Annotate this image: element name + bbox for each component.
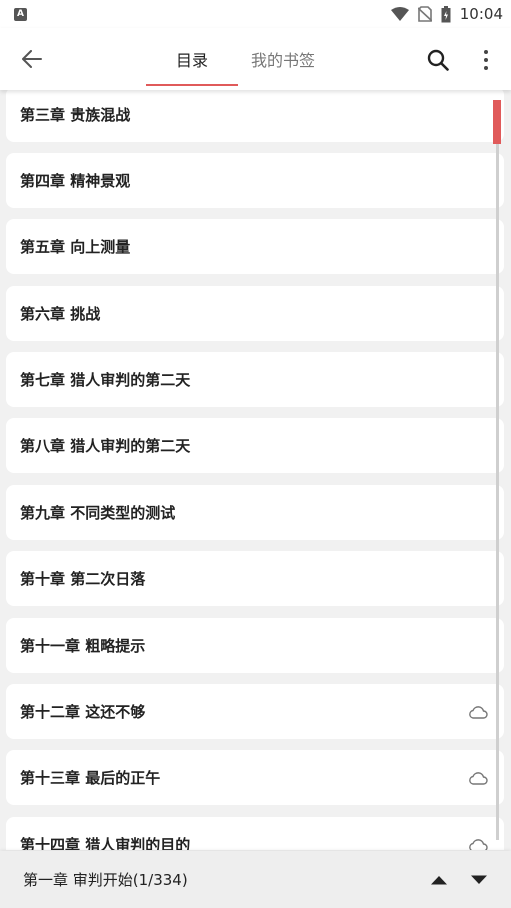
chapter-title: 第十四章 猎人审判的目的	[20, 836, 191, 850]
scroll-down-button[interactable]	[459, 860, 499, 900]
chapter-list[interactable]: 第三章 贵族混战 第四章 精神景观 第五章 向上测量 第六章 挑战 第七章 猎人…	[0, 90, 511, 850]
no-sim-icon	[417, 6, 432, 22]
caret-up-icon	[431, 875, 447, 884]
chapter-title: 第八章 猎人审判的第二天	[20, 437, 191, 455]
chapter-title: 第五章 向上测量	[20, 238, 131, 256]
tab-contents[interactable]: 目录	[146, 28, 238, 90]
chapter-title: 第十二章 这还不够	[20, 703, 146, 721]
cloud-icon	[468, 838, 488, 850]
current-chapter-label[interactable]: 第一章 审判开始(1/334)	[23, 869, 419, 890]
scrollbar-thumb[interactable]	[493, 100, 501, 144]
chapter-title: 第十一章 粗略提示	[20, 637, 146, 655]
chapter-row[interactable]: 第十二章 这还不够	[6, 684, 504, 739]
chapter-title: 第四章 精神景观	[20, 172, 131, 190]
bottom-bar: 第一章 审判开始(1/334)	[0, 851, 511, 908]
chapter-row[interactable]: 第九章 不同类型的测试	[6, 485, 504, 540]
chapter-row[interactable]: 第十四章 猎人审判的目的	[6, 817, 504, 850]
tab-bookmarks[interactable]: 我的书签	[240, 28, 326, 90]
chapter-row[interactable]: 第十一章 粗略提示	[6, 618, 504, 673]
search-button[interactable]	[424, 46, 452, 74]
chapter-row[interactable]: 第五章 向上测量	[6, 219, 504, 274]
search-icon	[427, 49, 449, 71]
chapter-row[interactable]: 第十三章 最后的正午	[6, 750, 504, 805]
chapter-title: 第九章 不同类型的测试	[20, 504, 176, 522]
app-bar: 目录 我的书签	[0, 28, 511, 90]
chapter-row[interactable]: 第八章 猎人审判的第二天	[6, 418, 504, 473]
status-bar: A 10:04	[0, 0, 511, 28]
scroll-up-button[interactable]	[419, 860, 459, 900]
chapter-title: 第七章 猎人审判的第二天	[20, 371, 191, 389]
back-arrow-icon	[22, 50, 42, 68]
back-button[interactable]	[18, 46, 46, 72]
scrollbar-track[interactable]	[496, 100, 499, 840]
clock: 10:04	[459, 5, 503, 23]
chapter-row[interactable]: 第十章 第二次日落	[6, 551, 504, 606]
more-options-button[interactable]	[476, 46, 496, 74]
tab-indicator	[146, 84, 238, 86]
chapter-title: 第十三章 最后的正午	[20, 769, 161, 787]
cloud-icon	[468, 705, 488, 719]
a-icon: A	[14, 7, 27, 21]
caret-down-icon	[471, 875, 487, 884]
chapter-title: 第十章 第二次日落	[20, 570, 146, 588]
chapter-row[interactable]: 第七章 猎人审判的第二天	[6, 352, 504, 407]
chapter-row[interactable]: 第六章 挑战	[6, 286, 504, 341]
chapter-row[interactable]: 第四章 精神景观	[6, 153, 504, 208]
battery-icon	[441, 5, 451, 22]
chapter-row[interactable]: 第三章 贵族混战	[6, 90, 504, 142]
chapter-title: 第六章 挑战	[20, 305, 101, 323]
more-vert-icon	[484, 50, 488, 54]
wifi-icon	[390, 7, 409, 21]
cloud-icon	[468, 771, 488, 785]
chapter-title: 第三章 贵族混战	[20, 106, 131, 124]
